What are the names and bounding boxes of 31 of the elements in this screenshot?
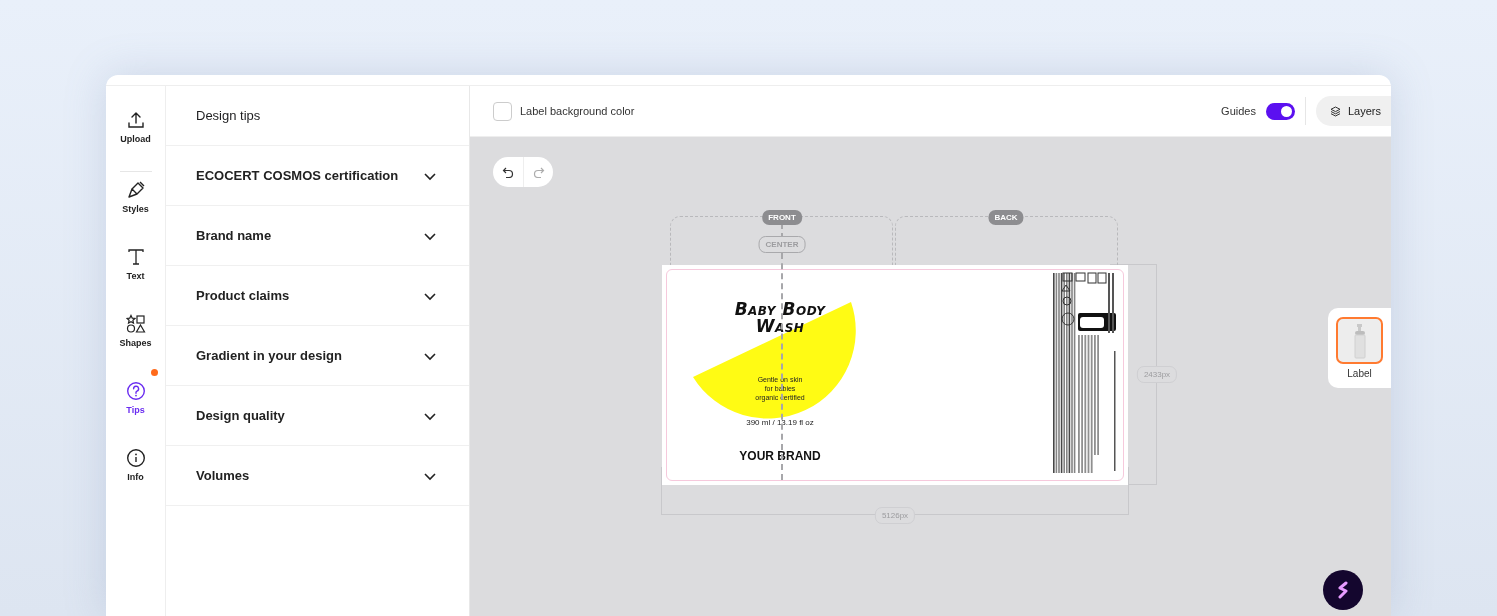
brush-icon	[125, 180, 146, 200]
text-icon	[125, 247, 146, 267]
help-icon	[125, 381, 146, 401]
thumbnail-label: Label	[1347, 368, 1372, 379]
checkbox-label: Label background color	[520, 105, 635, 117]
layers-icon	[1329, 105, 1341, 117]
info-icon	[125, 448, 146, 468]
zigzag-icon	[1336, 581, 1350, 599]
undo-icon	[502, 166, 514, 178]
guide-tag: CENTER	[758, 236, 806, 253]
layers-button[interactable]: Layers	[1315, 96, 1391, 126]
product-title: Baby Body Wash	[733, 301, 827, 335]
rail-tab[interactable]: Tips	[110, 381, 161, 448]
toggle-switch[interactable]	[1265, 102, 1295, 120]
redo-icon	[532, 166, 545, 178]
toggle-label: Guides	[1221, 105, 1256, 117]
rail-tab[interactable]: Styles	[110, 180, 161, 247]
assistant-button[interactable]	[1323, 570, 1363, 610]
rail-tab[interactable]: Upload	[110, 110, 161, 177]
brand-text: YOUR BRAND	[738, 449, 822, 463]
product-thumbnail[interactable]	[1336, 317, 1383, 364]
rail-tab[interactable]: Info	[110, 448, 161, 515]
upload-icon	[125, 110, 146, 130]
checkbox[interactable]	[493, 101, 512, 121]
shapes-icon	[125, 314, 146, 334]
panel-tag: BACK	[988, 210, 1024, 225]
bottle-icon	[1352, 322, 1367, 359]
rail-tab[interactable]: Shapes	[110, 314, 161, 381]
panel-tag: FRONT	[762, 210, 802, 225]
rail-tab[interactable]: Text	[110, 247, 161, 314]
volume-text: 390 ml / 13.19 fl oz	[745, 418, 815, 427]
